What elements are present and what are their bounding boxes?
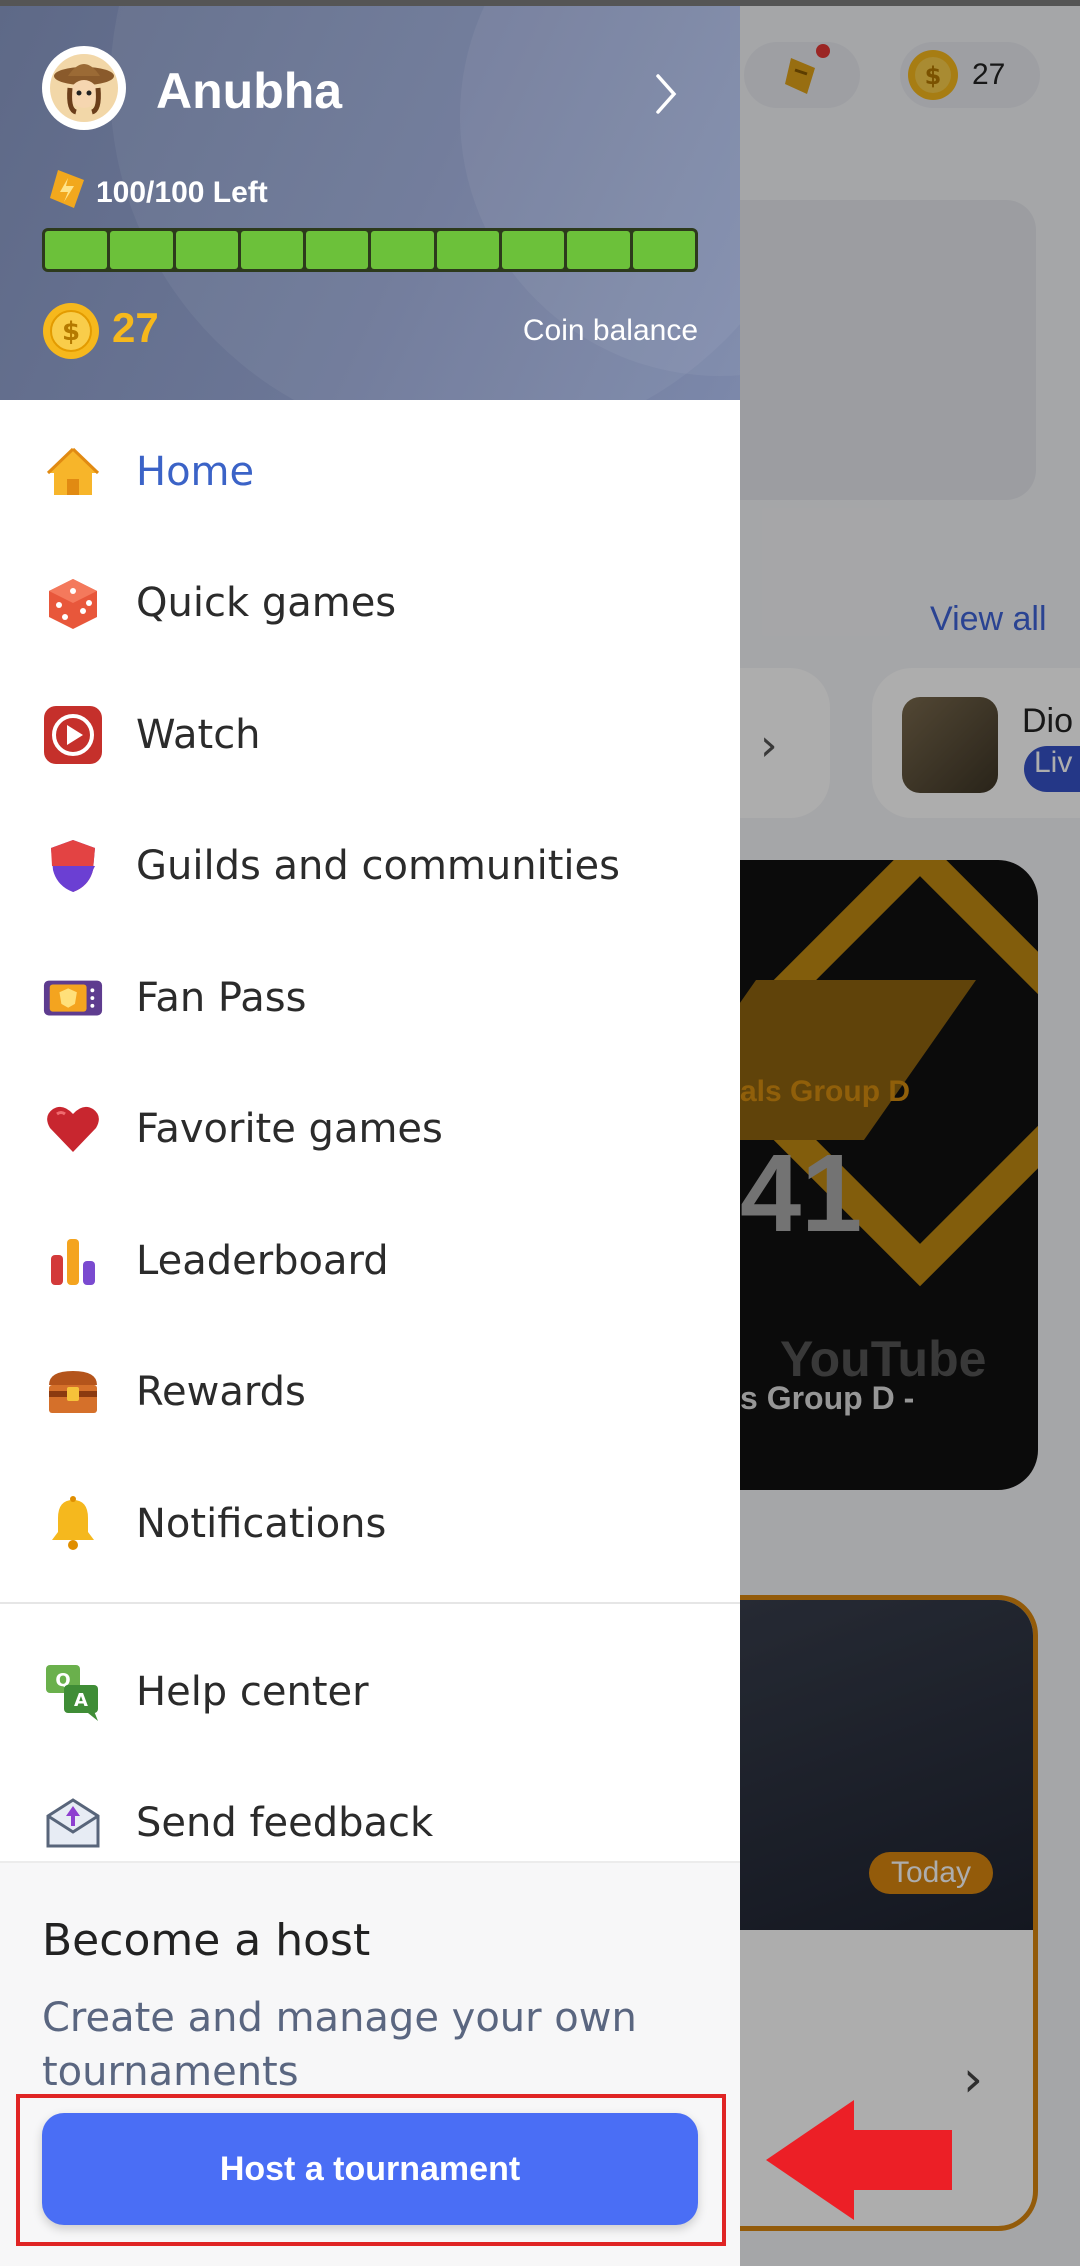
profile-header[interactable]: Anubha 100/100 Left $ 27 Coin balance xyxy=(0,6,740,400)
energy-segment xyxy=(175,231,238,269)
drawer-secondary-menu: QA Help center Send feedback xyxy=(0,1626,740,1889)
menu-item-label: Quick games xyxy=(136,580,397,627)
ticket-icon xyxy=(42,967,104,1029)
menu-item-favorite-games[interactable]: Favorite games xyxy=(0,1064,740,1196)
cowboy-avatar-icon xyxy=(50,54,118,122)
qa-chat-icon: QA xyxy=(42,1661,104,1723)
menu-item-guilds[interactable]: Guilds and communities xyxy=(0,801,740,933)
menu-item-help-center[interactable]: QA Help center xyxy=(0,1626,740,1758)
menu-divider xyxy=(0,1602,740,1604)
menu-item-fan-pass[interactable]: Fan Pass xyxy=(0,932,740,1064)
energy-text: 100/100 Left xyxy=(96,176,268,209)
dice-icon xyxy=(42,572,104,634)
energy-segment xyxy=(110,231,173,269)
red-arrow-icon xyxy=(766,2100,952,2220)
energy-segment xyxy=(371,231,434,269)
navigation-drawer: Anubha 100/100 Left $ 27 Coin balance Ho… xyxy=(0,6,740,2266)
host-description: Create and manage your own tournaments xyxy=(42,1995,637,2095)
energy-segment xyxy=(436,231,500,269)
username[interactable]: Anubha xyxy=(156,62,342,120)
play-icon xyxy=(42,704,104,766)
menu-item-leaderboard[interactable]: Leaderboard xyxy=(0,1195,740,1327)
drawer-menu: Home Quick games Watch Guilds and commun… xyxy=(0,406,740,1590)
menu-item-quick-games[interactable]: Quick games xyxy=(0,538,740,670)
leaderboard-icon xyxy=(42,1230,104,1292)
menu-item-home[interactable]: Home xyxy=(0,406,740,538)
energy-segment xyxy=(306,231,369,269)
menu-item-label: Fan Pass xyxy=(136,974,307,1021)
energy-segment xyxy=(632,231,695,269)
menu-item-label: Leaderboard xyxy=(136,1237,389,1284)
avatar[interactable] xyxy=(42,46,126,130)
menu-item-label: Notifications xyxy=(136,1500,387,1547)
energy-segment xyxy=(240,231,304,269)
host-title: Become a host xyxy=(42,1915,371,1966)
shield-icon xyxy=(42,835,104,897)
chevron-right-icon[interactable] xyxy=(650,68,682,120)
menu-item-label: Home xyxy=(136,448,255,495)
svg-text:A: A xyxy=(74,1690,88,1711)
energy-ticket-icon xyxy=(50,170,84,208)
coin-balance-label: Coin balance xyxy=(522,314,698,347)
menu-item-label: Favorite games xyxy=(136,1106,443,1153)
svg-text:$: $ xyxy=(62,317,80,347)
menu-item-watch[interactable]: Watch xyxy=(0,669,740,801)
menu-item-label: Help center xyxy=(136,1668,369,1715)
treasure-chest-icon xyxy=(42,1361,104,1423)
heart-icon xyxy=(42,1098,104,1160)
coin-balance-value: 27 xyxy=(112,304,159,351)
menu-item-notifications[interactable]: Notifications xyxy=(0,1458,740,1590)
energy-segment xyxy=(567,231,630,269)
menu-item-label: Guilds and communities xyxy=(136,843,620,890)
menu-item-rewards[interactable]: Rewards xyxy=(0,1327,740,1459)
highlight-box xyxy=(16,2094,726,2246)
energy-segment xyxy=(45,231,108,269)
menu-item-label: Watch xyxy=(136,711,261,758)
coin-icon: $ xyxy=(43,303,99,359)
home-icon xyxy=(42,441,104,503)
bell-icon xyxy=(42,1493,104,1555)
energy-segment xyxy=(502,231,565,269)
energy-progress-bar xyxy=(42,228,698,272)
menu-item-label: Send feedback xyxy=(136,1800,434,1847)
menu-item-label: Rewards xyxy=(136,1369,306,1416)
envelope-icon xyxy=(42,1792,104,1854)
